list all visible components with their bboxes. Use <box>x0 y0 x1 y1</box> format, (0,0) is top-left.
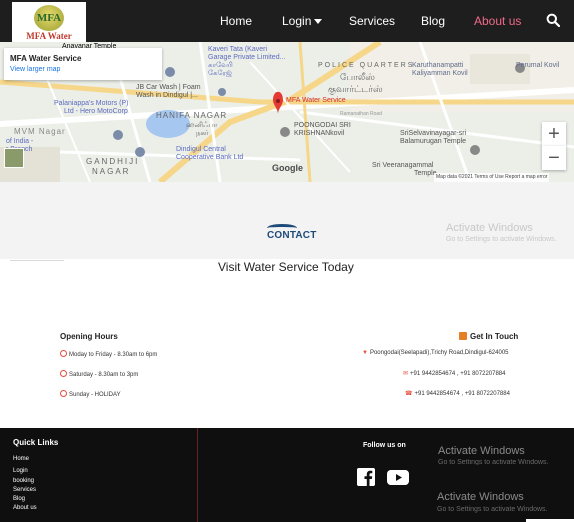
quick-links-title: Quick Links <box>13 438 59 447</box>
opening-hours-title: Opening Hours <box>60 332 118 341</box>
location-pin-icon: ▼ <box>362 350 368 356</box>
footer-link-home[interactable]: Home <box>13 456 29 462</box>
map-attribution[interactable]: Map data ©2021 Terms of Use Report a map… <box>434 173 550 182</box>
get-in-touch-title: Get In Touch <box>459 332 518 341</box>
zoom-in-button[interactable]: + <box>542 122 566 146</box>
windows-activation-subtitle: Go to Settings to activate Windows. <box>438 459 549 465</box>
map-label: Garage Private Limited... <box>208 54 286 61</box>
map-label: Perumal Kovil <box>516 62 560 69</box>
map-label: HANIFA NAGAR <box>156 111 228 120</box>
map-label: Wash in Dindigul |... <box>136 92 198 99</box>
nav-about-us[interactable]: About us <box>474 14 521 28</box>
mini-logo <box>10 260 64 264</box>
nav-home[interactable]: Home <box>220 14 252 28</box>
clock-icon <box>60 390 67 397</box>
map-label: of India - <box>6 138 34 145</box>
view-larger-map-link[interactable]: View larger map <box>10 66 60 73</box>
map-label: MVM Nagar <box>14 127 66 136</box>
hours-text: Saturday - 8.30am to 3pm <box>69 372 139 378</box>
hours-row: Sunday - HOLIDAY <box>60 390 121 398</box>
visit-heading: Visit Water Service Today <box>218 260 354 274</box>
address-text: Poongodai(Seelapadi),Trichy Road,Dindigu… <box>369 350 509 356</box>
google-logo: Google <box>272 163 303 173</box>
map-label: NAGAR <box>92 167 131 176</box>
map-label: கேரேஜ் <box>208 70 232 77</box>
map-label: போலீஸ் <box>340 72 375 82</box>
hours-row: Saturday - 8.30am to 3pm <box>60 370 138 378</box>
map-label: Kaveri Tata (Kaveri <box>208 46 268 53</box>
get-in-touch-label: Get In Touch <box>470 332 519 341</box>
embedded-map[interactable]: Anavanar Temple Kaveri Tata (Kaveri Gara… <box>0 42 574 182</box>
site-logo[interactable]: MFA MFA Water Service Lid in and Get Cle… <box>12 2 86 51</box>
hours-text: Sunday - HOLIDAY <box>69 392 121 398</box>
map-label: SriSelvavinayagar-sri <box>400 130 467 137</box>
map-label: Ltd - Hero MotoCorp <box>64 108 128 115</box>
footer-link-services[interactable]: Services <box>13 487 36 493</box>
map-label: Ramanathan Road <box>340 111 382 117</box>
map-label: Kaliyamman Kovil <box>412 70 468 77</box>
phone-row[interactable]: ☎ +91 9442854674 , +91 8072207884 <box>405 390 510 397</box>
map-label: JB Car Wash | Foam <box>136 84 201 91</box>
windows-activation-subtitle: Go to Settings to activate Windows. <box>437 506 548 513</box>
map-label: குவார்ட்டர்ஸ் <box>328 84 383 94</box>
chevron-down-icon <box>314 19 323 25</box>
windows-activation-title: Activate Windows <box>438 445 525 457</box>
footer-link-login[interactable]: Login <box>13 468 28 474</box>
search-icon[interactable] <box>546 13 560 27</box>
clock-icon <box>60 370 67 377</box>
map-label: GANDHIJI <box>86 157 140 166</box>
map-info-card: MFA Water Service View larger map <box>4 48 162 80</box>
email-icon: ✉ <box>403 371 409 377</box>
clock-icon <box>60 350 67 357</box>
windows-activation-subtitle: Go to Settings to activate Windows. <box>446 236 557 243</box>
top-navbar: MFA MFA Water Service Lid in and Get Cle… <box>0 0 574 51</box>
follow-us-label: Follow us on <box>363 442 406 449</box>
phone-icon: ☎ <box>405 391 413 397</box>
footer-link-booking[interactable]: booking <box>13 478 34 484</box>
map-label: காவேரி <box>208 62 233 69</box>
map-label: Sri Veeranagammal <box>372 162 434 169</box>
windows-activation-title: Activate Windows <box>437 491 524 503</box>
phone-text: +91 9442854674 , +91 8072207884 <box>414 391 510 397</box>
map-label: Dindigul Central <box>176 146 226 153</box>
hours-row: Moday to Friday - 8.30am to 6pm <box>60 350 157 358</box>
contact-section: CONTACT Activate Windows Go to Settings … <box>0 182 574 428</box>
contact-card-icon <box>459 332 467 340</box>
nav-login[interactable]: Login <box>282 14 323 28</box>
footer-link-blog[interactable]: Blog <box>13 496 25 502</box>
contact-title: CONTACT <box>267 230 317 241</box>
footer-divider <box>197 428 198 522</box>
contact-band <box>0 182 574 259</box>
map-label: Balamurugan Temple <box>400 138 467 145</box>
nav-services[interactable]: Services <box>349 14 395 28</box>
map-label: POONGODAI SRI <box>294 122 351 129</box>
map-place-name: MFA Water Service <box>10 54 82 63</box>
logo-text: MFA <box>36 12 62 24</box>
zoom-out-button[interactable]: − <box>542 146 566 170</box>
map-label: Cooperative Bank Ltd <box>176 154 244 161</box>
map-label: Palaniappa's Motors (P) <box>54 100 129 107</box>
address-row: ▼ Poongodai(Seelapadi),Trichy Road,Dindig… <box>362 350 509 356</box>
map-label: KRISHNANkovil <box>294 130 345 137</box>
facebook-icon[interactable] <box>357 468 375 486</box>
site-footer: Quick Links Home Login booking Services … <box>0 428 574 522</box>
footer-link-about-us[interactable]: About us <box>13 505 37 511</box>
marker-label: MFA Water Service <box>286 97 346 104</box>
map-label: POLICE QUARTERS <box>318 62 415 69</box>
youtube-icon[interactable] <box>387 470 409 485</box>
windows-activation-title: Activate Windows <box>446 222 533 234</box>
street-view-icon[interactable] <box>4 148 24 168</box>
email-phone-row[interactable]: ✉ +91 9442854674 , +91 8072207884 <box>403 370 505 377</box>
page: MFA MFA Water Service Lid in and Get Cle… <box>0 0 574 522</box>
map-label: Karuthanampatti <box>412 62 464 69</box>
hours-text: Moday to Friday - 8.30am to 6pm <box>69 352 158 358</box>
map-label: நகர் <box>196 130 209 137</box>
nav-login-label: Login <box>282 14 312 28</box>
map-label: ஹனிஃபா <box>186 122 218 129</box>
nav-blog[interactable]: Blog <box>421 14 445 28</box>
email-phone-text: +91 9442854674 , +91 8072207884 <box>410 371 506 377</box>
